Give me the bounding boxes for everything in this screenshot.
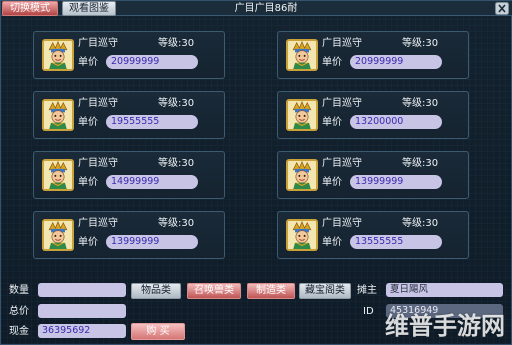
switch-mode-button[interactable]: 切换模式 [2, 1, 58, 16]
unit-price-label: 单价 [322, 177, 342, 188]
item-card[interactable]: 广目巡守 等级:30 单价 13999999 [33, 211, 225, 259]
item-avatar [42, 159, 74, 191]
unit-price-field: 13999999 [350, 175, 442, 189]
market-window: 切换模式 观看图鉴 广目广目86耐 广目巡守 等级:30 单价 20999999 广目巡… [0, 0, 512, 345]
unit-price-label: 单价 [78, 117, 98, 128]
unit-price-label: 单价 [78, 237, 98, 248]
guardian-portrait-icon [288, 221, 316, 249]
guardian-portrait-icon [44, 41, 72, 69]
unit-price-field: 20999999 [350, 55, 442, 69]
guardian-portrait-icon [44, 161, 72, 189]
item-level: 等级:30 [158, 218, 195, 229]
item-avatar [286, 99, 318, 131]
quantity-input[interactable] [38, 283, 126, 297]
total-price-label: 总价 [9, 306, 29, 317]
item-name: 广目巡守 [78, 98, 118, 109]
unit-price-field: 14999999 [106, 175, 198, 189]
close-icon[interactable] [495, 2, 509, 15]
item-level: 等级:30 [402, 218, 439, 229]
unit-price-field: 20999999 [106, 55, 198, 69]
guardian-portrait-icon [44, 101, 72, 129]
unit-price-label: 单价 [322, 57, 342, 68]
item-name: 广目巡守 [78, 158, 118, 169]
item-card[interactable]: 广目巡守 等级:30 单价 14999999 [33, 151, 225, 199]
item-card[interactable]: 广目巡守 等级:30 单价 13555555 [277, 211, 469, 259]
item-name: 广目巡守 [322, 218, 362, 229]
unit-price-label: 单价 [322, 117, 342, 128]
item-card[interactable]: 广目巡守 等级:30 单价 13200000 [277, 91, 469, 139]
guardian-portrait-icon [288, 161, 316, 189]
item-avatar [42, 219, 74, 251]
guardian-portrait-icon [288, 41, 316, 69]
item-name: 广目巡守 [322, 98, 362, 109]
item-level: 等级:30 [158, 158, 195, 169]
item-avatar [286, 39, 318, 71]
unit-price-label: 单价 [322, 237, 342, 248]
unit-price-label: 单价 [78, 57, 98, 68]
stall-owner-label: 摊主 [357, 285, 377, 296]
item-card[interactable]: 广目巡守 等级:30 单价 20999999 [277, 31, 469, 79]
id-label: ID [363, 306, 374, 317]
total-price-field [38, 304, 126, 318]
quantity-label: 数量 [9, 285, 29, 296]
item-name: 广目巡守 [322, 158, 362, 169]
stall-owner-field: 夏日飓风 [386, 283, 503, 297]
item-level: 等级:30 [158, 98, 195, 109]
item-name: 广目巡守 [78, 218, 118, 229]
item-avatar [42, 39, 74, 71]
category-treasure-pavilion-button[interactable]: 藏宝阁类 [299, 283, 351, 299]
category-crafting-button[interactable]: 制造类 [247, 283, 295, 299]
cash-field: 36395692 [38, 324, 126, 338]
category-items-button[interactable]: 物品类 [131, 283, 181, 299]
category-summon-beasts-button[interactable]: 召唤兽类 [187, 283, 241, 299]
buy-button[interactable]: 购 买 [131, 323, 185, 340]
item-card[interactable]: 广目巡守 等级:30 单价 20999999 [33, 31, 225, 79]
watermark: 维普手游网 [385, 312, 505, 340]
unit-price-field: 13200000 [350, 115, 442, 129]
cash-label: 现金 [9, 326, 29, 337]
item-card[interactable]: 广目巡守 等级:30 单价 13999999 [277, 151, 469, 199]
view-catalog-button[interactable]: 观看图鉴 [62, 1, 116, 16]
unit-price-field: 13555555 [350, 235, 442, 249]
item-level: 等级:30 [402, 38, 439, 49]
item-name: 广目巡守 [78, 38, 118, 49]
unit-price-field: 13999999 [106, 235, 198, 249]
item-level: 等级:30 [402, 98, 439, 109]
window-title: 广目广目86耐 [234, 3, 298, 14]
unit-price-field: 19555555 [106, 115, 198, 129]
item-avatar [42, 99, 74, 131]
item-name: 广目巡守 [322, 38, 362, 49]
item-avatar [286, 159, 318, 191]
item-level: 等级:30 [158, 38, 195, 49]
unit-price-label: 单价 [78, 177, 98, 188]
item-card[interactable]: 广目巡守 等级:30 单价 19555555 [33, 91, 225, 139]
guardian-portrait-icon [288, 101, 316, 129]
title-bar: 切换模式 观看图鉴 广目广目86耐 [1, 1, 512, 16]
item-avatar [286, 219, 318, 251]
item-level: 等级:30 [402, 158, 439, 169]
guardian-portrait-icon [44, 221, 72, 249]
